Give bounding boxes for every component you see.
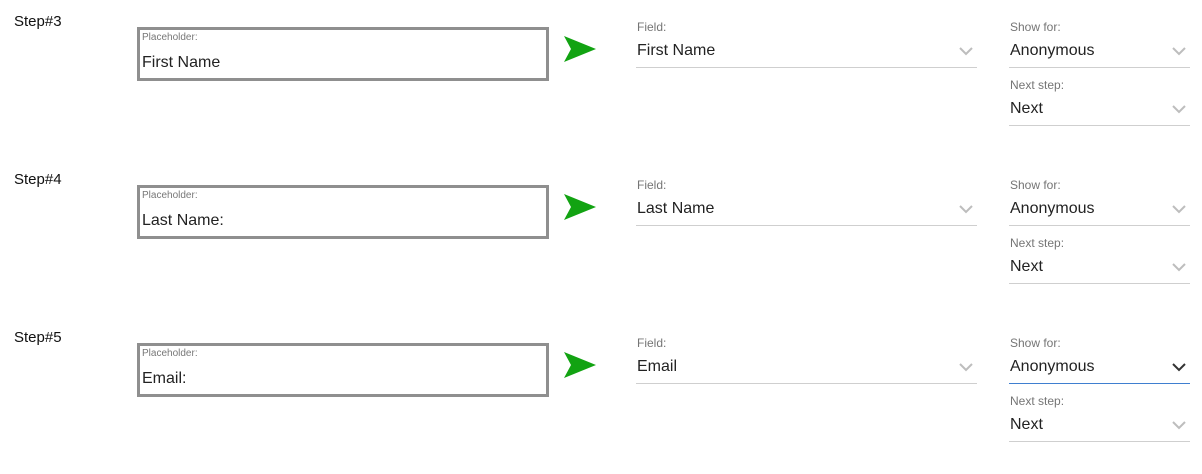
- show-for-caption: Show for:: [1010, 336, 1061, 350]
- show-for-value: Anonymous: [1010, 200, 1095, 217]
- show-for-caption: Show for:: [1010, 178, 1061, 192]
- field-value: Email: [637, 358, 678, 375]
- step-row-3: Step#3 Placeholder: First Name Field: Fi…: [0, 0, 1202, 158]
- next-step-select[interactable]: Next step: Next: [1009, 236, 1190, 284]
- placeholder-box[interactable]: Placeholder: First Name: [137, 27, 549, 81]
- next-step-select[interactable]: Next step: Next: [1009, 78, 1190, 126]
- chevron-down-icon: [1172, 421, 1186, 430]
- step-row-4: Step#4 Placeholder: Last Name: Field: La…: [0, 158, 1202, 316]
- placeholder-box[interactable]: Placeholder: Email:: [137, 343, 549, 397]
- field-select[interactable]: Field: Last Name: [636, 178, 977, 226]
- placeholder-caption: Placeholder:: [142, 348, 198, 359]
- field-caption: Field:: [637, 178, 667, 192]
- placeholder-value: First Name: [142, 54, 221, 71]
- show-for-value: Anonymous: [1010, 358, 1095, 375]
- step-label: Step#5: [14, 329, 62, 346]
- field-value: Last Name: [637, 200, 715, 217]
- field-select[interactable]: Field: First Name: [636, 20, 977, 68]
- placeholder-caption: Placeholder:: [142, 190, 198, 201]
- field-caption: Field:: [637, 20, 667, 34]
- show-for-select[interactable]: Show for: Anonymous: [1009, 20, 1190, 68]
- placeholder-value: Last Name:: [142, 212, 224, 229]
- show-for-caption: Show for:: [1010, 20, 1061, 34]
- chevron-down-icon: [1172, 263, 1186, 272]
- chevron-down-icon: [1172, 363, 1186, 372]
- field-select[interactable]: Field: Email: [636, 336, 977, 384]
- field-value: First Name: [637, 42, 716, 59]
- placeholder-value: Email:: [142, 370, 187, 387]
- step-label: Step#3: [14, 13, 62, 30]
- next-step-caption: Next step:: [1010, 236, 1065, 250]
- placeholder-caption: Placeholder:: [142, 32, 198, 43]
- next-step-select[interactable]: Next step: Next: [1009, 394, 1190, 442]
- show-for-select[interactable]: Show for: Anonymous: [1009, 178, 1190, 226]
- send-arrow-icon: [564, 352, 596, 378]
- show-for-select[interactable]: Show for: Anonymous: [1009, 336, 1190, 384]
- send-arrow-icon: [564, 36, 596, 62]
- step-label: Step#4: [14, 171, 62, 188]
- next-step-value: Next: [1010, 416, 1043, 433]
- next-step-value: Next: [1010, 258, 1043, 275]
- step-row-5: Step#5 Placeholder: Email: Field: Email …: [0, 316, 1202, 474]
- next-step-value: Next: [1010, 100, 1043, 117]
- placeholder-box[interactable]: Placeholder: Last Name:: [137, 185, 549, 239]
- chevron-down-icon: [959, 363, 973, 372]
- chevron-down-icon: [959, 47, 973, 56]
- send-arrow-icon: [564, 194, 596, 220]
- show-for-value: Anonymous: [1010, 42, 1095, 59]
- chevron-down-icon: [959, 205, 973, 214]
- chevron-down-icon: [1172, 105, 1186, 114]
- field-caption: Field:: [637, 336, 667, 350]
- next-step-caption: Next step:: [1010, 394, 1065, 408]
- chevron-down-icon: [1172, 205, 1186, 214]
- chevron-down-icon: [1172, 47, 1186, 56]
- next-step-caption: Next step:: [1010, 78, 1065, 92]
